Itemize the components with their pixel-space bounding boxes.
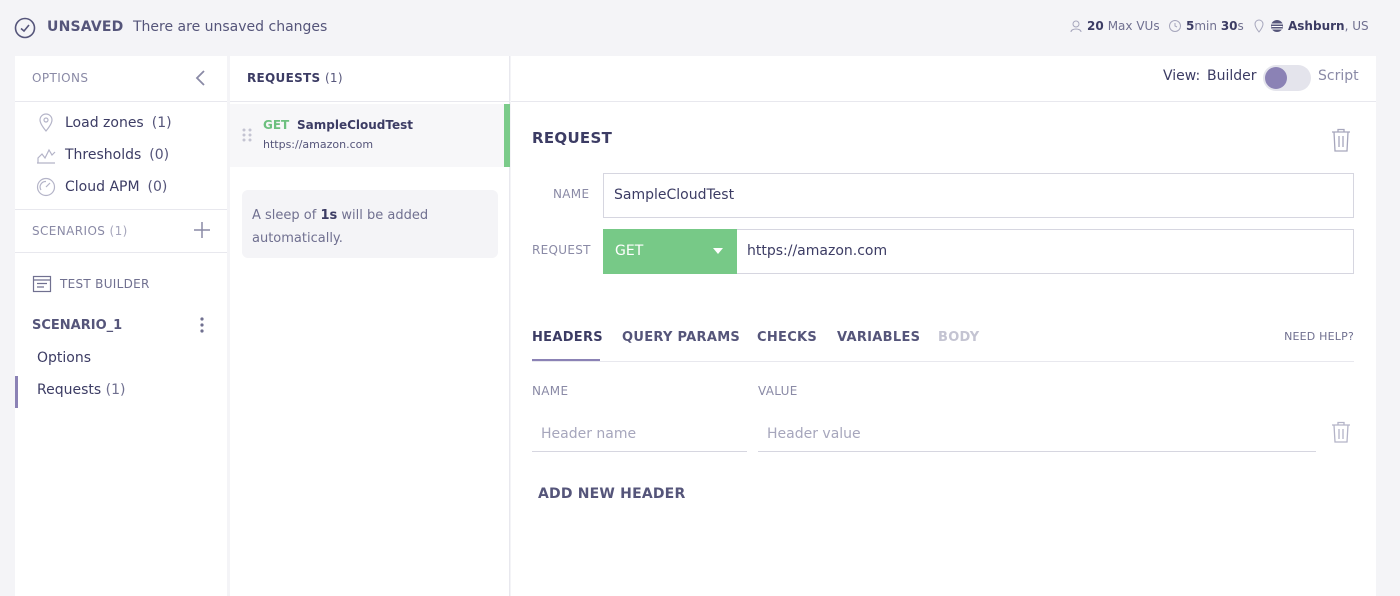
- scenarios-count: (1): [109, 224, 128, 238]
- add-new-header-button[interactable]: ADD NEW HEADER: [538, 486, 685, 502]
- scenario-item-options[interactable]: Options: [37, 350, 91, 366]
- sidebar-item-count: (1): [151, 115, 172, 131]
- top-bar: UNSAVED There are unsaved changes 20 Max…: [0, 0, 1400, 56]
- max-vus-value: 20: [1087, 19, 1104, 33]
- request-name: SampleCloudTest: [297, 118, 413, 132]
- tab-query-params[interactable]: QUERY PARAMS: [622, 330, 740, 345]
- request-name-input[interactable]: SampleCloudTest: [603, 173, 1354, 218]
- duration-min-unit: min: [1194, 19, 1217, 33]
- view-builder-option[interactable]: Builder: [1207, 68, 1257, 84]
- trash-icon[interactable]: [1329, 127, 1353, 153]
- status-description: There are unsaved changes: [133, 19, 328, 35]
- sidebar-item-thresholds[interactable]: Thresholds (0): [35, 144, 169, 166]
- scenarios-title: SCENARIOS (1): [32, 224, 128, 238]
- toggle-knob: [1265, 67, 1287, 89]
- options-title: OPTIONS: [32, 71, 89, 85]
- status-label: UNSAVED: [47, 19, 124, 35]
- scenario-name: SCENARIO_1: [32, 318, 123, 333]
- sleep-value: 1s: [320, 208, 338, 223]
- tab-headers[interactable]: HEADERS: [532, 330, 603, 345]
- request-method: GET: [263, 118, 290, 132]
- view-toggle[interactable]: [1263, 65, 1311, 91]
- options-header: OPTIONS: [15, 56, 227, 102]
- view-script-option[interactable]: Script: [1318, 68, 1359, 84]
- location-pin-icon: [1254, 19, 1264, 33]
- location-country: , US: [1344, 19, 1369, 33]
- sidebar-item-count: (0): [147, 179, 168, 195]
- requests-panel: REQUESTS (1) GET SampleCloudTest https:/…: [230, 56, 510, 596]
- sidebar-item-load-zones[interactable]: Load zones (1): [35, 112, 172, 134]
- url-input[interactable]: https://amazon.com: [737, 229, 1354, 274]
- divider: [15, 209, 227, 210]
- header-value-input[interactable]: Header value: [758, 416, 1316, 452]
- request-editor: View: Builder Script REQUEST NAME Sample…: [511, 56, 1376, 596]
- sidebar-item-label: Thresholds: [65, 147, 142, 163]
- gauge-icon: [36, 177, 56, 197]
- clock-icon: [1169, 20, 1181, 32]
- map-pin-icon: [39, 113, 53, 132]
- name-label: NAME: [553, 187, 590, 201]
- more-vertical-icon[interactable]: [198, 315, 206, 335]
- max-vus-label: Max VUs: [1107, 19, 1160, 33]
- tab-body[interactable]: BODY: [938, 330, 979, 345]
- request-list-item[interactable]: GET SampleCloudTest https://amazon.com: [230, 104, 510, 167]
- chevron-down-icon: [713, 248, 723, 254]
- location-info: Ashburn, US: [1252, 19, 1369, 33]
- scenario-item-label: Requests: [37, 382, 102, 398]
- need-help-link[interactable]: NEED HELP?: [1284, 330, 1354, 343]
- section-title: REQUEST: [532, 129, 613, 147]
- requests-title-text: REQUESTS: [247, 71, 321, 85]
- active-tab-indicator: [532, 359, 600, 361]
- test-builder-link[interactable]: TEST BUILDER: [32, 274, 150, 294]
- view-switcher: View: Builder Script: [511, 56, 1376, 102]
- trash-icon[interactable]: [1330, 420, 1352, 444]
- drag-handle-icon[interactable]: [241, 127, 253, 143]
- duration-info: 5min 30s: [1168, 19, 1244, 33]
- scenario-item-requests[interactable]: Requests (1): [37, 382, 125, 398]
- requests-count: (1): [324, 71, 343, 85]
- left-sidebar: OPTIONS Load zones (1) Thresholds (0) Cl…: [15, 56, 227, 596]
- sidebar-item-label: Load zones: [65, 115, 144, 131]
- header-value-column: VALUE: [758, 384, 798, 398]
- divider: [15, 252, 227, 253]
- request-tabs: HEADERS QUERY PARAMS CHECKS VARIABLES BO…: [532, 324, 1354, 362]
- duration-sec-unit: s: [1237, 19, 1244, 33]
- us-flag-icon: [1271, 20, 1283, 32]
- max-vus-info: 20 Max VUs: [1069, 19, 1160, 33]
- scenarios-title-text: SCENARIOS: [32, 224, 106, 238]
- sidebar-item-label: Cloud APM: [65, 179, 140, 195]
- duration-seconds: 30: [1220, 19, 1238, 33]
- sleep-prefix: A sleep of: [252, 208, 321, 223]
- active-indicator: [15, 376, 18, 408]
- chevron-left-icon[interactable]: [193, 68, 209, 88]
- user-icon: [1070, 20, 1082, 33]
- tab-checks[interactable]: CHECKS: [757, 330, 817, 345]
- requests-title: REQUESTS (1): [247, 71, 343, 85]
- chart-icon: [37, 148, 56, 164]
- tab-variables[interactable]: VARIABLES: [837, 330, 920, 345]
- requests-header: REQUESTS (1): [230, 56, 509, 102]
- scenario-item-label: Options: [37, 350, 92, 366]
- request-url: https://amazon.com: [263, 138, 374, 151]
- scenario-item-count: (1): [105, 382, 126, 398]
- sidebar-item-count: (0): [149, 147, 170, 163]
- plus-icon[interactable]: [193, 221, 211, 239]
- test-builder-label: TEST BUILDER: [60, 277, 150, 291]
- location-city: Ashburn: [1288, 19, 1345, 33]
- view-label: View:: [1163, 68, 1201, 84]
- sidebar-item-cloud-apm[interactable]: Cloud APM (0): [35, 176, 167, 198]
- request-label: REQUEST: [532, 243, 591, 257]
- method-value: GET: [615, 243, 644, 259]
- sleep-notice: A sleep of 1s will be added automaticall…: [242, 190, 498, 258]
- list-doc-icon: [32, 275, 52, 293]
- method-select[interactable]: GET: [603, 229, 737, 274]
- check-circle-icon: [14, 17, 36, 39]
- header-name-column: NAME: [532, 384, 569, 398]
- header-name-input[interactable]: Header name: [532, 416, 747, 452]
